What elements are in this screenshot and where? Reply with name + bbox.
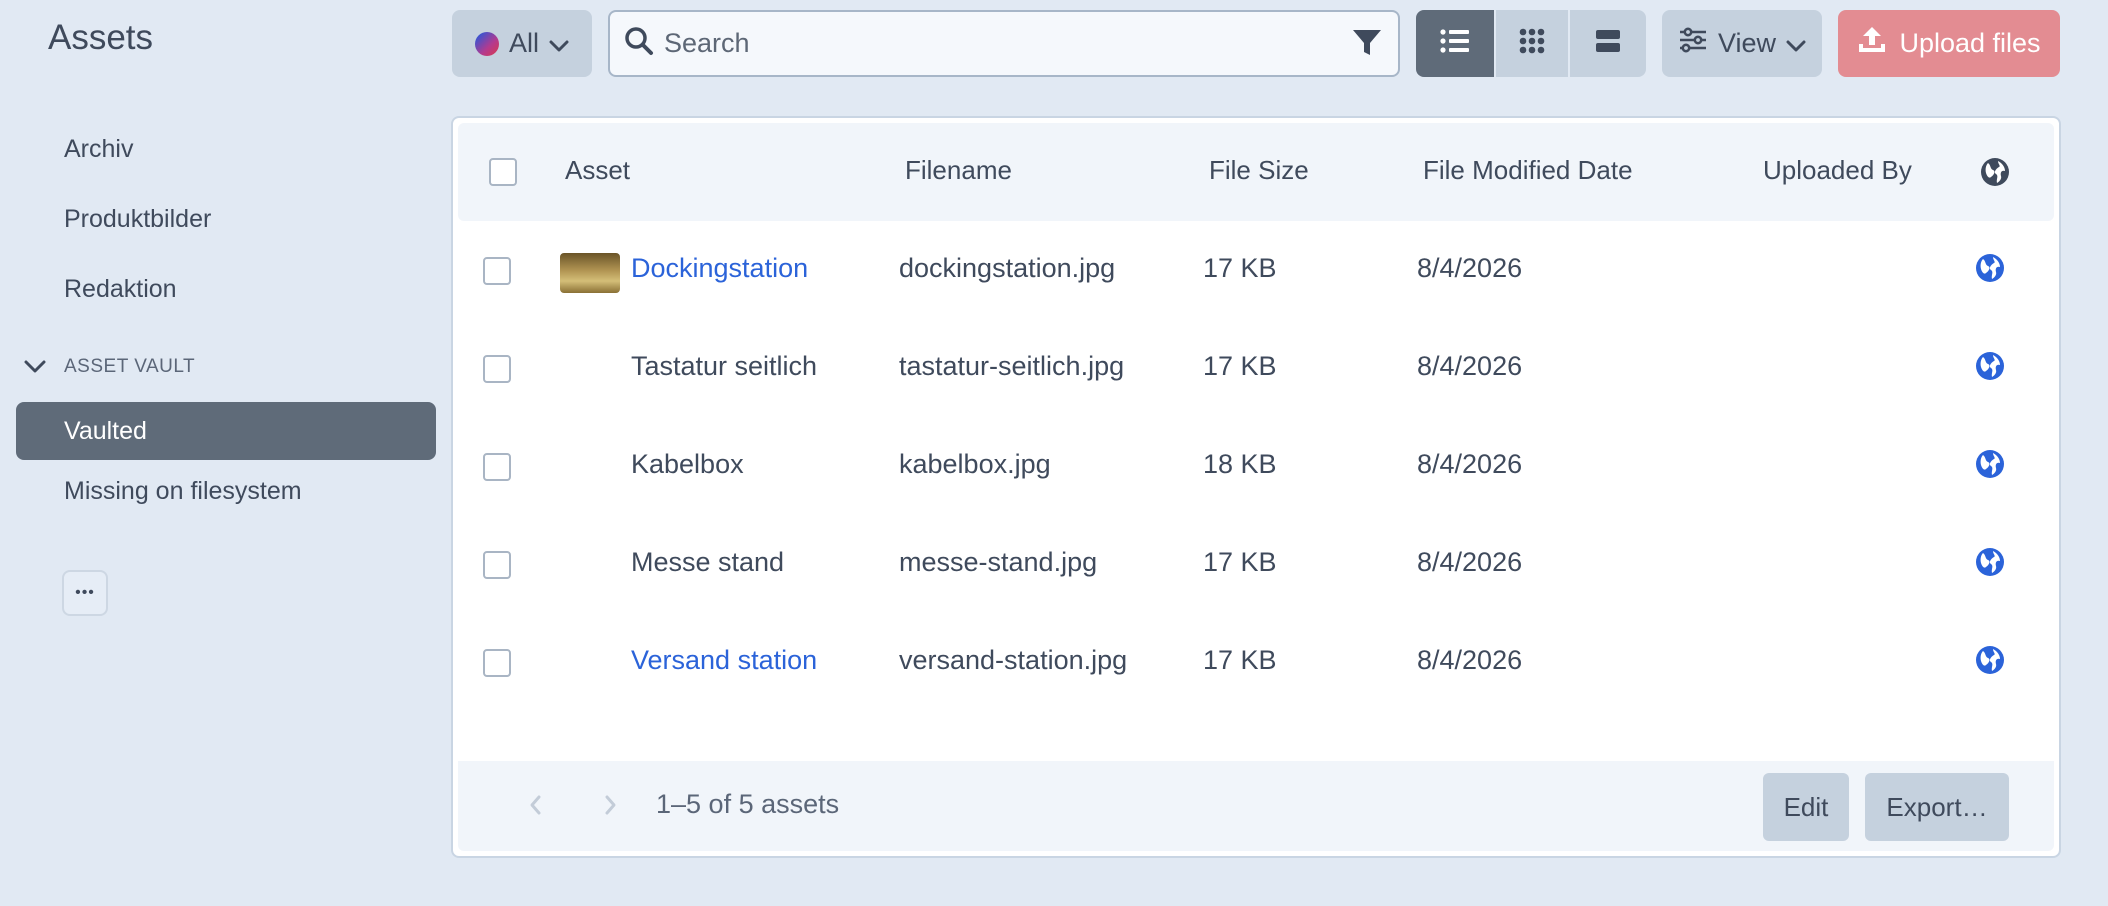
page-title: Assets (48, 18, 154, 57)
filename-cell: versand-station.jpg (899, 645, 1128, 675)
file-size-cell: 17 KB (1203, 547, 1277, 577)
scope-color-icon (474, 31, 499, 56)
file-size-cell: 17 KB (1203, 645, 1277, 675)
modified-date-cell: 8/4/2026 (1417, 351, 1523, 381)
sidebar-item-label: Produktbilder (64, 204, 212, 233)
grid-icon (1519, 28, 1545, 59)
next-page-button[interactable] (602, 791, 620, 824)
chevron-right-icon (602, 795, 620, 823)
modified-date-cell: 8/4/2026 (1417, 253, 1523, 283)
chevron-down-icon (1786, 28, 1806, 59)
globe-icon[interactable] (1975, 253, 2005, 288)
table-row[interactable]: Tastatur seitlich tastatur-seitlich.jpg … (453, 319, 2059, 417)
row-checkbox[interactable] (483, 355, 511, 383)
globe-icon[interactable] (1975, 351, 2005, 386)
sidebar-item-label: Redaktion (64, 274, 177, 303)
sidebar-item-label: Vaulted (64, 416, 147, 445)
column-header-file-size[interactable]: File Size (1209, 155, 1309, 186)
scope-label: All (508, 28, 539, 58)
asset-name-link[interactable]: Versand station (631, 645, 817, 676)
table-row[interactable]: Versand station versand-station.jpg 17 K… (453, 613, 2059, 711)
search-bar (608, 10, 1400, 77)
sidebar-item-produktbilder[interactable]: Produktbilder (16, 190, 436, 248)
pagination-count: 1–5 of 5 assets (656, 789, 840, 819)
upload-files-button[interactable]: Upload files (1838, 10, 2060, 77)
sidebar-item-redaktion[interactable]: Redaktion (16, 260, 436, 318)
row-checkbox[interactable] (483, 453, 511, 481)
sidebar-section-toggle[interactable]: ASSET VAULT (24, 347, 195, 387)
file-size-cell: 17 KB (1203, 351, 1277, 381)
filename-cell: messe-stand.jpg (899, 547, 1098, 577)
view-options-button[interactable]: View (1662, 10, 1822, 77)
search-icon (624, 26, 654, 61)
modified-date-cell: 8/4/2026 (1417, 645, 1523, 675)
row-checkbox[interactable] (483, 649, 511, 677)
search-input[interactable] (662, 27, 1346, 60)
sidebar-item-missing-on-filesystem[interactable]: Missing on filesystem (16, 462, 436, 520)
column-header-file-modified-date[interactable]: File Modified Date (1423, 155, 1633, 186)
list-view-button[interactable] (1416, 10, 1494, 77)
ellipsis-icon: ••• (75, 584, 95, 601)
row-checkbox[interactable] (483, 257, 511, 285)
file-size-cell: 17 KB (1203, 253, 1277, 283)
previous-page-button[interactable] (526, 791, 544, 824)
view-label: View (1717, 28, 1777, 58)
grid-view-button[interactable] (1496, 10, 1568, 77)
asset-name[interactable]: Tastatur seitlich (631, 351, 817, 382)
globe-icon (1980, 157, 2010, 192)
modified-date-cell: 8/4/2026 (1417, 547, 1523, 577)
globe-icon[interactable] (1975, 645, 2005, 680)
column-header-filename[interactable]: Filename (905, 155, 1012, 186)
edit-button[interactable]: Edit (1763, 773, 1849, 841)
asset-name[interactable]: Kabelbox (631, 449, 744, 480)
export-button[interactable]: Export… (1865, 773, 2009, 841)
filter-icon[interactable] (1352, 28, 1382, 63)
select-all-checkbox[interactable] (489, 158, 517, 186)
table-row[interactable]: Messe stand messe-stand.jpg 17 KB 8/4/20… (453, 515, 2059, 613)
modified-date-cell: 8/4/2026 (1417, 449, 1523, 479)
chevron-down-icon (549, 28, 569, 59)
rows-icon (1595, 28, 1621, 59)
assets-panel: Asset Filename File Size File Modified D… (451, 116, 2061, 858)
scope-filter-button[interactable]: All (452, 10, 592, 77)
asset-name-link[interactable]: Dockingstation (631, 253, 808, 284)
sidebar-section-label: ASSET VAULT (64, 356, 196, 377)
table-header: Asset Filename File Size File Modified D… (458, 123, 2054, 221)
chevron-left-icon (526, 795, 544, 823)
filename-cell: dockingstation.jpg (899, 253, 1116, 283)
filename-cell: kabelbox.jpg (899, 449, 1051, 479)
file-size-cell: 18 KB (1203, 449, 1277, 479)
table-row[interactable]: Kabelbox kabelbox.jpg 18 KB 8/4/2026 (453, 417, 2059, 515)
globe-icon[interactable] (1975, 547, 2005, 582)
sliders-icon (1678, 27, 1708, 60)
more-options-button[interactable]: ••• (62, 570, 108, 616)
tile-view-button[interactable] (1570, 10, 1646, 77)
column-header-uploaded-by[interactable]: Uploaded By (1763, 155, 1912, 186)
column-header-asset[interactable]: Asset (565, 155, 630, 186)
globe-icon[interactable] (1975, 449, 2005, 484)
sidebar-item-label: Missing on filesystem (64, 476, 302, 505)
table-row[interactable]: Dockingstation dockingstation.jpg 17 KB … (453, 221, 2059, 319)
upload-icon (1857, 25, 1887, 62)
sidebar-item-label: Archiv (64, 134, 134, 163)
row-checkbox[interactable] (483, 551, 511, 579)
table-footer: 1–5 of 5 assets Edit Export… (458, 761, 2054, 851)
list-icon (1440, 28, 1470, 59)
upload-label: Upload files (1899, 28, 2041, 58)
sidebar-item-archiv[interactable]: Archiv (16, 120, 436, 178)
asset-name[interactable]: Messe stand (631, 547, 784, 578)
sidebar-item-vaulted[interactable]: Vaulted (16, 402, 436, 460)
chevron-down-icon (24, 360, 64, 374)
filename-cell: tastatur-seitlich.jpg (899, 351, 1125, 381)
asset-thumbnail[interactable] (560, 253, 620, 293)
